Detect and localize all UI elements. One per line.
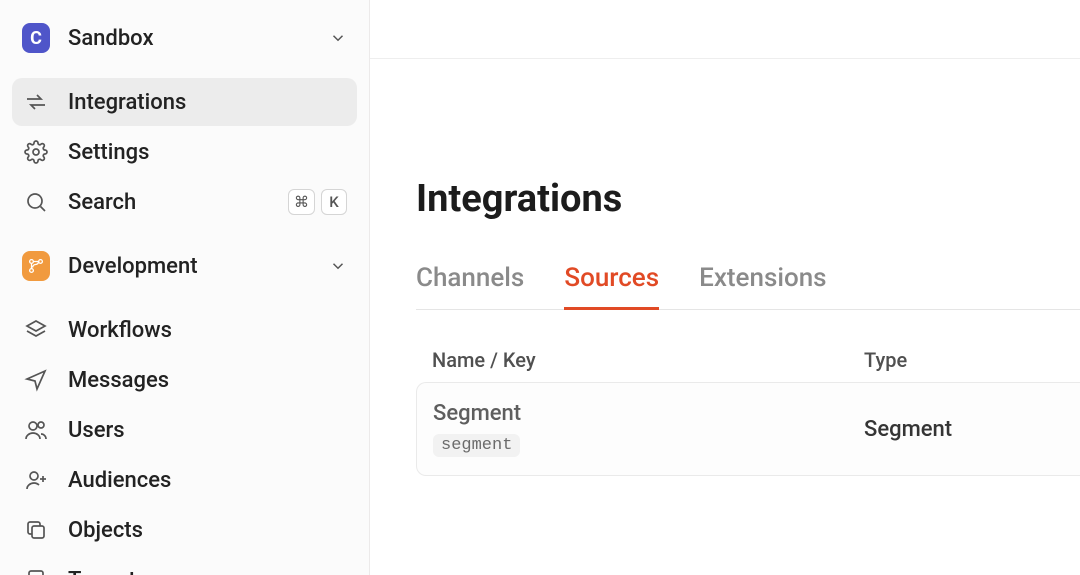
sidebar-item-label: Workflows — [68, 318, 347, 343]
tabs: Channels Sources Extensions — [416, 263, 1080, 310]
sidebar-item-settings[interactable]: Settings — [12, 128, 357, 176]
workspace-label: Sandbox — [68, 26, 329, 51]
users-icon — [22, 416, 50, 444]
sources-table: Name / Key Type Segment segment Segment — [416, 338, 1080, 476]
sidebar-item-label: Settings — [68, 140, 347, 165]
col-header-name: Name / Key — [432, 348, 864, 372]
tab-sources[interactable]: Sources — [564, 263, 659, 310]
page-title: Integrations — [416, 177, 1080, 221]
sidebar-item-label: Tenants — [68, 568, 347, 575]
sidebar-item-users[interactable]: Users — [12, 406, 357, 454]
cell-type: Segment — [864, 417, 1064, 442]
search-icon — [22, 188, 50, 216]
environment-label: Development — [68, 254, 329, 279]
kbd-k: K — [321, 189, 347, 215]
environment-switcher[interactable]: Development — [12, 242, 357, 290]
table-row[interactable]: Segment segment Segment — [416, 382, 1080, 476]
gear-icon — [22, 138, 50, 166]
sidebar-item-tenants[interactable]: Tenants — [12, 556, 357, 575]
workspace-logo-icon: C — [22, 24, 50, 52]
table-header-row: Name / Key Type — [416, 338, 1080, 382]
chevron-down-icon — [329, 257, 347, 275]
sidebar: C Sandbox Integrations Settings — [0, 0, 370, 575]
col-header-type: Type — [864, 348, 1064, 372]
sidebar-item-objects[interactable]: Objects — [12, 506, 357, 554]
sidebar-item-label: Integrations — [68, 90, 347, 115]
swap-arrows-icon — [22, 88, 50, 116]
sidebar-item-label: Messages — [68, 368, 347, 393]
sidebar-item-label: Users — [68, 418, 347, 443]
row-name: Segment — [433, 401, 864, 426]
kbd-cmd: ⌘ — [288, 189, 315, 215]
copy-icon — [22, 516, 50, 544]
sidebar-item-integrations[interactable]: Integrations — [12, 78, 357, 126]
row-key: segment — [433, 434, 520, 457]
sidebar-item-label: Audiences — [68, 468, 347, 493]
branch-icon — [22, 252, 50, 280]
sidebar-item-label: Objects — [68, 518, 347, 543]
workspace-switcher[interactable]: C Sandbox — [12, 14, 357, 62]
send-icon — [22, 366, 50, 394]
sidebar-item-search[interactable]: Search ⌘ K — [12, 178, 357, 226]
search-shortcut: ⌘ K — [288, 189, 347, 215]
sidebar-item-messages[interactable]: Messages — [12, 356, 357, 404]
tab-channels[interactable]: Channels — [416, 263, 524, 310]
cell-name: Segment segment — [433, 401, 864, 457]
chevron-down-icon — [329, 29, 347, 47]
main-content: Integrations Channels Sources Extensions… — [370, 0, 1080, 575]
sidebar-item-workflows[interactable]: Workflows — [12, 306, 357, 354]
sidebar-item-audiences[interactable]: Audiences — [12, 456, 357, 504]
tab-extensions[interactable]: Extensions — [699, 263, 826, 310]
sidebar-item-label: Search — [68, 190, 288, 215]
user-plus-icon — [22, 466, 50, 494]
layers-icon — [22, 316, 50, 344]
building-icon — [22, 566, 50, 575]
